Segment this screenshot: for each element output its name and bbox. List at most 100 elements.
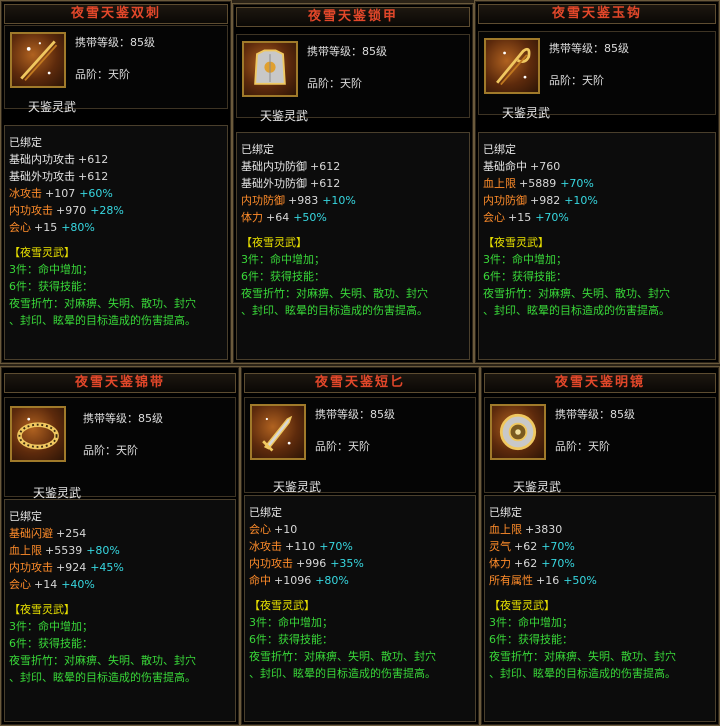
- stat-value: +62: [514, 557, 538, 570]
- grade-label: 品阶：天阶: [83, 444, 138, 457]
- set-bonus-line: 6件：获得技能：: [249, 633, 333, 646]
- stat-name: 内功攻击: [9, 561, 53, 574]
- stat-row: 内功攻击 +924 +45%: [9, 559, 235, 576]
- stat-bonus: +10%: [322, 194, 356, 207]
- stat-name: 基础内功攻击: [9, 153, 75, 166]
- stat-bonus: +10%: [564, 194, 598, 207]
- stat-bonus: +70%: [541, 540, 575, 553]
- item-details: 已绑定 会心 +10 冰攻击 +110 +70% 内功攻击 +996 +35% 命中 +10…: [244, 495, 476, 722]
- stat-row: 命中 +1096 +80%: [249, 572, 475, 589]
- stat-row: 血上限 +3830: [489, 521, 715, 538]
- stat-name: 血上限: [489, 523, 522, 536]
- stat-bonus: +70%: [541, 557, 575, 570]
- set-bonus-line: 、封印、眩晕的目标造成的伤害提高。: [249, 667, 436, 680]
- stat-bonus: +70%: [319, 540, 353, 553]
- bright-mirror-icon[interactable]: [490, 404, 546, 460]
- stat-value: +3830: [525, 523, 563, 536]
- item-title: 夜雪天鉴锁甲: [236, 7, 470, 27]
- stat-name: 所有属性: [489, 574, 533, 587]
- bound-status: 已绑定: [483, 143, 516, 156]
- stat-value: +612: [78, 153, 109, 166]
- twin-daggers-icon[interactable]: [10, 32, 66, 88]
- stat-value: +62: [514, 540, 538, 553]
- set-header: 【夜雪灵武】: [489, 599, 555, 612]
- set-bonus-line: 6件：获得技能：: [489, 633, 573, 646]
- stat-bonus: +80%: [315, 574, 349, 587]
- stat-name: 灵气: [489, 540, 511, 553]
- stat-row: 基础内功攻击 +612: [9, 151, 227, 168]
- item-header: 携带等级：85级 品阶：天阶 天鉴灵武: [484, 397, 716, 494]
- set-bonus-line: 3件：命中增加；: [241, 253, 325, 266]
- belt-icon[interactable]: [10, 406, 66, 462]
- set-name-label: 天鉴灵武: [513, 480, 562, 494]
- stat-name: 基础外功防御: [241, 177, 307, 190]
- stat-bonus: +60%: [79, 187, 113, 200]
- stat-value: +107: [45, 187, 76, 200]
- stat-row: 血上限 +5539 +80%: [9, 542, 235, 559]
- set-name-label: 天鉴灵武: [273, 480, 322, 494]
- set-bonus-line: 6件：获得技能：: [241, 270, 325, 283]
- stat-name: 命中: [249, 574, 271, 587]
- set-bonus-line: 3件：命中增加；: [9, 263, 93, 276]
- stat-row: 内功防御 +983 +10%: [241, 192, 469, 209]
- stat-value: +1096: [274, 574, 312, 587]
- stat-row: 基础内功防御 +612: [241, 158, 469, 175]
- stat-name: 基础闪避: [9, 527, 53, 540]
- chest-armor-icon[interactable]: [242, 41, 298, 97]
- stat-value: +64: [266, 211, 290, 224]
- item-header: 携带等级：85级 品阶：天阶 天鉴灵武: [236, 34, 470, 123]
- item-card-chest-armor: 夜雪天鉴锁甲 携带等级：85级 品阶：天阶 天鉴灵武 已绑定 基础内功防御 +61…: [232, 3, 474, 364]
- stat-bonus: +50%: [563, 574, 597, 587]
- item-title: 夜雪天鉴双刺: [4, 4, 228, 24]
- stat-row: 内功攻击 +970 +28%: [9, 202, 227, 219]
- set-bonus-line: 、封印、眩晕的目标造成的伤害提高。: [483, 304, 670, 317]
- stat-name: 血上限: [9, 544, 42, 557]
- stat-value: +110: [285, 540, 316, 553]
- grade-label: 品阶：天阶: [549, 74, 604, 87]
- stat-name: 会心: [483, 211, 505, 224]
- item-details: 已绑定 基础内功防御 +612 基础外功防御 +612 内功防御 +983 +10% 体…: [236, 132, 470, 360]
- stat-bonus: +40%: [61, 578, 95, 591]
- stat-bonus: +70%: [535, 211, 569, 224]
- stat-name: 冰攻击: [249, 540, 282, 553]
- item-title: 夜雪天鉴锦带: [4, 373, 236, 393]
- item-title: 夜雪天鉴明镜: [484, 373, 716, 393]
- stat-row: 冰攻击 +110 +70%: [249, 538, 475, 555]
- stat-value: +996: [296, 557, 327, 570]
- item-details: 已绑定 基础内功攻击 +612 基础外功攻击 +612 冰攻击 +107 +60% 内功…: [4, 125, 228, 360]
- stat-name: 体力: [241, 211, 263, 224]
- stat-value: +612: [310, 177, 341, 190]
- set-bonus-line: 夜雪折竹：对麻痹、失明、散功、封穴: [483, 287, 670, 300]
- stat-row: 内功防御 +982 +10%: [483, 192, 715, 209]
- set-header: 【夜雪灵武】: [483, 236, 549, 249]
- set-bonus-line: 、封印、眩晕的目标造成的伤害提高。: [9, 671, 196, 684]
- set-bonus-line: 、封印、眩晕的目标造成的伤害提高。: [241, 304, 428, 317]
- item-title: 夜雪天鉴玉钩: [478, 4, 716, 24]
- set-bonus-line: 夜雪折竹：对麻痹、失明、散功、封穴: [9, 654, 196, 667]
- stat-value: +254: [56, 527, 87, 540]
- stat-name: 体力: [489, 557, 511, 570]
- stat-name: 会心: [9, 578, 31, 591]
- set-bonus-line: 、封印、眩晕的目标造成的伤害提高。: [9, 314, 196, 327]
- short-dagger-icon[interactable]: [250, 404, 306, 460]
- bound-status: 已绑定: [241, 143, 274, 156]
- carry-level-label: 携带等级：85级: [549, 42, 629, 55]
- stat-value: +14: [34, 578, 58, 591]
- set-bonus-line: 6件：获得技能：: [9, 280, 93, 293]
- item-header: 携带等级：85级 品阶：天阶 天鉴灵武: [4, 25, 228, 114]
- stat-row: 内功攻击 +996 +35%: [249, 555, 475, 572]
- stat-row: 基础外功攻击 +612: [9, 168, 227, 185]
- stat-row: 基础外功防御 +612: [241, 175, 469, 192]
- jade-hook-icon[interactable]: [484, 38, 540, 94]
- set-bonus-line: 6件：获得技能：: [9, 637, 93, 650]
- set-bonus-line: 夜雪折竹：对麻痹、失明、散功、封穴: [489, 650, 676, 663]
- stat-value: +10: [274, 523, 298, 536]
- stat-row: 基础闪避 +254: [9, 525, 235, 542]
- stat-value: +760: [530, 160, 561, 173]
- bound-status: 已绑定: [249, 506, 282, 519]
- item-header: 携带等级：85级 品阶：天阶 天鉴灵武: [478, 31, 716, 120]
- set-bonus-line: 6件：获得技能：: [483, 270, 567, 283]
- set-bonus-line: 3件：命中增加；: [483, 253, 567, 266]
- stat-bonus: +28%: [90, 204, 124, 217]
- stat-row: 所有属性 +16 +50%: [489, 572, 715, 589]
